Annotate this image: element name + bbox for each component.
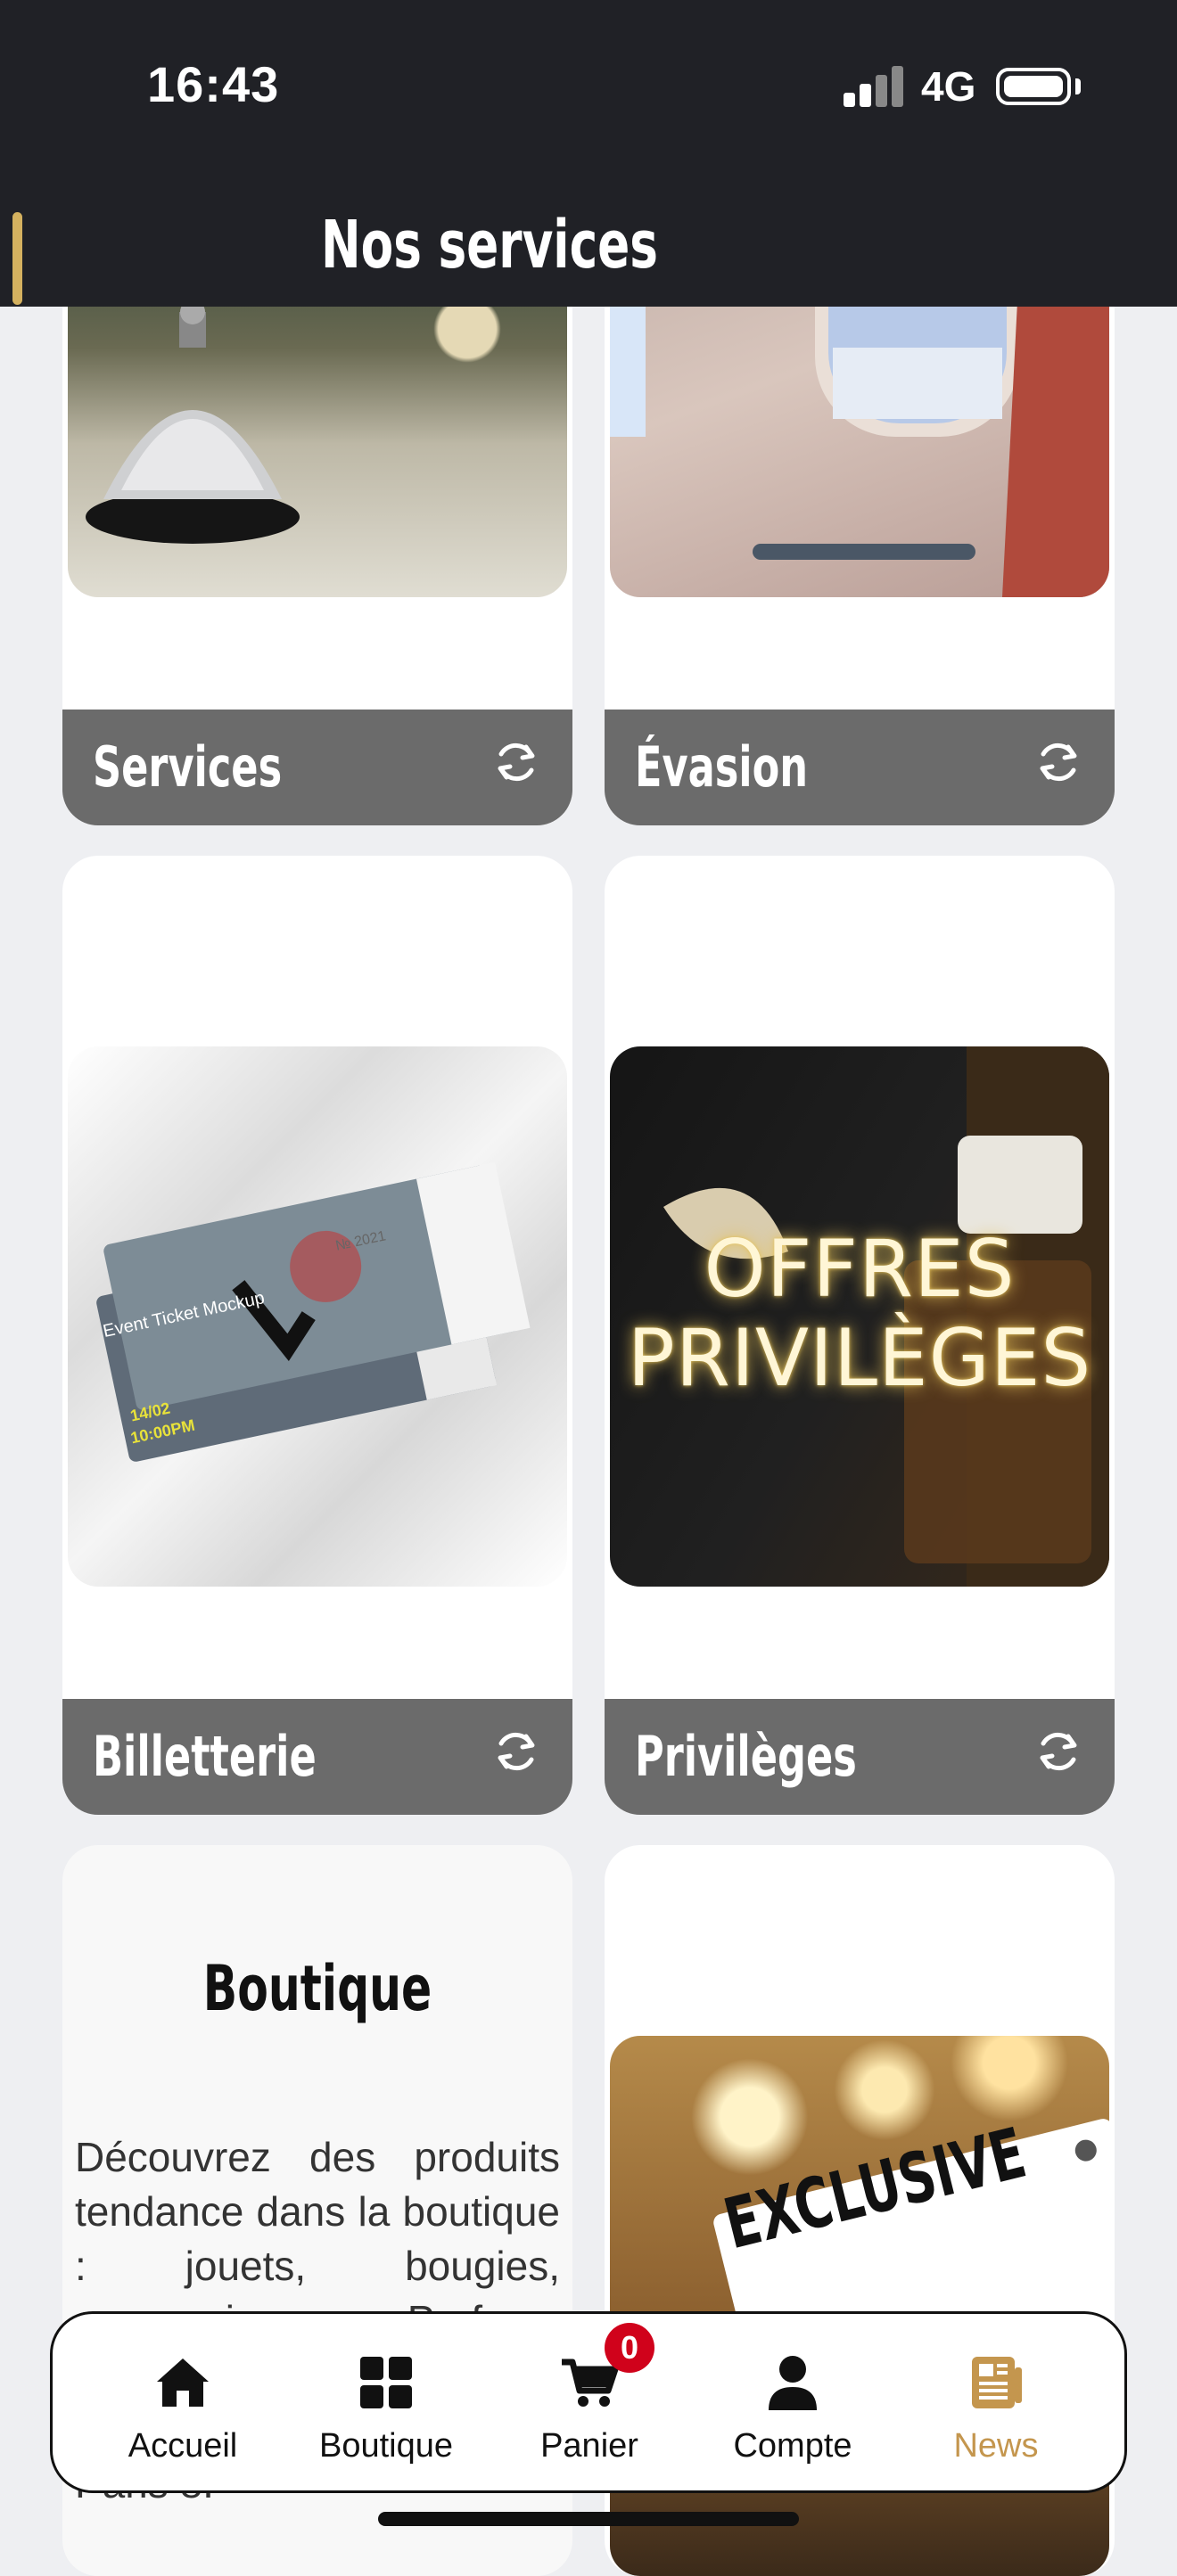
refresh-icon[interactable] bbox=[1033, 736, 1084, 788]
card-footer: Évasion bbox=[605, 710, 1115, 825]
nav-label: News bbox=[953, 2427, 1039, 2465]
nav-item-compte[interactable]: Compte bbox=[695, 2351, 891, 2465]
refresh-icon[interactable] bbox=[490, 736, 542, 788]
nav-label: Boutique bbox=[318, 2427, 453, 2465]
newspaper-icon bbox=[972, 2357, 1022, 2408]
exclusive-image: EXCLUSIVE bbox=[610, 2036, 1109, 2576]
network-type: 4G bbox=[921, 63, 976, 110]
card-label: Services bbox=[93, 734, 283, 800]
nav-item-news[interactable]: News bbox=[898, 2351, 1094, 2465]
service-card-privileges[interactable]: OFFRES PRIVILÈGES Privilèges bbox=[605, 856, 1115, 1815]
nav-item-boutique[interactable]: Boutique bbox=[288, 2351, 484, 2465]
nav-label: Compte bbox=[733, 2427, 852, 2465]
cart-badge: 0 bbox=[605, 2323, 654, 2373]
card-label: Billetterie bbox=[93, 1724, 317, 1789]
app-header: 16:43 4G Nos services bbox=[0, 0, 1177, 307]
card-footer: Billetterie bbox=[62, 1699, 572, 1815]
user-icon bbox=[769, 2356, 817, 2410]
signal-icon bbox=[844, 66, 904, 107]
battery-icon bbox=[996, 68, 1071, 105]
battery-cap bbox=[1075, 78, 1081, 94]
card-footer: Services bbox=[62, 710, 572, 825]
bottom-nav: Accueil Boutique Panier Compte News bbox=[50, 2311, 1127, 2493]
grid-icon bbox=[360, 2357, 412, 2408]
home-indicator[interactable] bbox=[378, 2512, 799, 2526]
accent-indicator bbox=[12, 212, 22, 305]
card-label: Évasion bbox=[635, 734, 809, 800]
nav-label: Accueil bbox=[128, 2427, 238, 2465]
offers-text: OFFRES PRIVILÈGES bbox=[627, 1223, 1092, 1404]
service-card-billetterie[interactable]: Event Ticket Mockup № 2021 14/02 10:00PM… bbox=[62, 856, 572, 1815]
home-icon bbox=[157, 2359, 209, 2407]
nav-item-accueil[interactable]: Accueil bbox=[85, 2351, 281, 2465]
card-label: Privilèges bbox=[635, 1724, 857, 1789]
status-time: 16:43 bbox=[147, 56, 280, 112]
boutique-title: Boutique bbox=[202, 1952, 432, 2025]
nav-item-panier[interactable]: Panier bbox=[491, 2351, 687, 2465]
billetterie-image: Event Ticket Mockup № 2021 14/02 10:00PM bbox=[68, 1046, 567, 1587]
nav-label: Panier bbox=[540, 2427, 638, 2465]
refresh-icon[interactable] bbox=[490, 1726, 542, 1777]
card-footer: Privilèges bbox=[605, 1699, 1115, 1815]
privileges-image: OFFRES PRIVILÈGES bbox=[610, 1046, 1109, 1587]
refresh-icon[interactable] bbox=[1033, 1726, 1084, 1777]
page-title: Nos services bbox=[321, 207, 659, 283]
